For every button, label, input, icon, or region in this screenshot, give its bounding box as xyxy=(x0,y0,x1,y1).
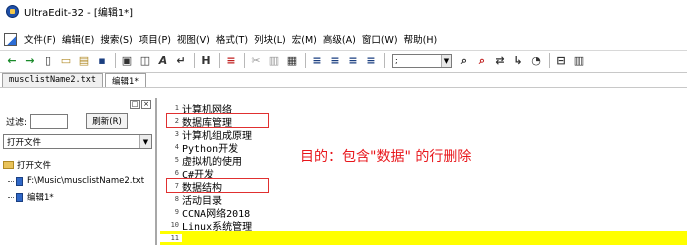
view-mode-select[interactable]: 打开文件 ▼ xyxy=(3,134,152,149)
find-in-files-icon[interactable]: ⌕ xyxy=(474,53,490,69)
annotation-text: 目的：包含"数据" 的行删除 xyxy=(300,149,472,165)
align-right-icon[interactable]: ≡ xyxy=(345,53,361,69)
line-number: 9 xyxy=(174,208,179,216)
toolbar-separator xyxy=(244,53,245,68)
line-number: 1 xyxy=(174,104,179,112)
folder-icon xyxy=(3,161,14,169)
line-number: 5 xyxy=(174,156,179,164)
toolbar-separator xyxy=(384,53,385,68)
editor-line[interactable]: 10 Linux系统管理 xyxy=(160,218,687,233)
menu-macro[interactable]: 宏(M) xyxy=(289,32,320,46)
tree-connector xyxy=(8,180,14,182)
tab-edit1[interactable]: 编辑1* xyxy=(105,73,147,87)
hex-icon[interactable]: H xyxy=(198,53,214,69)
file-tab-bar: musclistName2.txt 编辑1* xyxy=(0,72,687,88)
close-icon[interactable]: × xyxy=(141,99,151,109)
filter-label: 过滤: xyxy=(6,117,28,128)
menu-bar: 文件(F) 编辑(E) 搜索(S) 项目(P) 视图(V) 格式(T) 列块(L… xyxy=(0,29,687,49)
tree-root-label: 打开文件 xyxy=(17,161,52,171)
tree-item-file[interactable]: F:\Music\musclistName2.txt xyxy=(0,173,155,189)
toolbar-separator xyxy=(305,53,306,68)
title-bar: UltraEdit-32 - [编辑1*] xyxy=(0,0,687,22)
font-icon[interactable]: A xyxy=(155,53,171,69)
tab-musclistname2[interactable]: musclistName2.txt xyxy=(2,73,103,87)
line-number: 6 xyxy=(174,169,179,177)
line-number: 4 xyxy=(174,143,179,151)
browser-icon[interactable]: ◔ xyxy=(528,53,544,69)
copy-icon[interactable]: ▥ xyxy=(266,53,282,69)
file-tree: 打开文件 F:\Music\musclistName2.txt 编辑1* xyxy=(0,157,155,205)
menu-edit[interactable]: 编辑(E) xyxy=(59,32,97,46)
menu-help[interactable]: 帮助(H) xyxy=(401,32,441,46)
font-combo[interactable]: ; ▼ xyxy=(392,53,452,68)
split-window-icon[interactable]: ⊟ xyxy=(553,53,569,69)
ultraedit-app-icon xyxy=(6,4,19,18)
tree-item-label: 编辑1* xyxy=(27,193,54,203)
open-file-icon[interactable]: ▤ xyxy=(76,53,92,69)
line-number: 11 xyxy=(160,234,182,242)
document-menu-icon[interactable] xyxy=(4,32,17,46)
line-number: 3 xyxy=(174,130,179,138)
window-title: UltraEdit-32 - [编辑1*] xyxy=(24,7,134,19)
menu-file[interactable]: 文件(F) xyxy=(21,32,59,46)
view-mode-value: 打开文件 xyxy=(7,137,42,148)
align-left-icon[interactable]: ≡ xyxy=(309,53,325,69)
chevron-down-icon[interactable]: ▼ xyxy=(441,54,451,67)
goto-icon[interactable]: ↳ xyxy=(510,53,526,69)
filter-row: 过滤: 刷新(R) xyxy=(0,110,155,132)
toolbar-separator xyxy=(219,53,220,68)
print-icon[interactable]: ▣ xyxy=(119,53,135,69)
new-file-icon[interactable]: ▯ xyxy=(40,53,56,69)
editor-line[interactable]: 3 计算机组成原理 xyxy=(160,127,687,142)
tree-item-label: F:\Music\musclistName2.txt xyxy=(27,176,145,186)
editor-line-current[interactable]: 11 xyxy=(160,231,687,245)
tree-item-file[interactable]: 编辑1* xyxy=(0,189,155,205)
open-folder-icon[interactable]: ▭ xyxy=(58,53,74,69)
align-center-icon[interactable]: ≡ xyxy=(327,53,343,69)
word-wrap-icon[interactable]: ↵ xyxy=(173,53,189,69)
paste-icon[interactable]: ▦ xyxy=(284,53,300,69)
toolbar-separator xyxy=(549,53,550,68)
font-combo-value: ; xyxy=(395,56,398,65)
highlight-box xyxy=(166,178,269,193)
menu-project[interactable]: 项目(P) xyxy=(136,32,174,46)
replace-icon[interactable]: ⇄ xyxy=(492,53,508,69)
back-arrow-icon[interactable]: ← xyxy=(4,53,20,69)
tree-connector xyxy=(8,196,14,198)
filter-input[interactable] xyxy=(30,113,69,129)
editor-area[interactable]: 1 计算机网络 2 数据库管理 3 计算机组成原理 4 Python开发 5 虚… xyxy=(160,98,687,245)
panel-pin-icon[interactable]: □ xyxy=(130,99,140,109)
tree-root-open-files[interactable]: 打开文件 xyxy=(0,157,155,173)
forward-arrow-icon[interactable]: → xyxy=(22,53,38,69)
chevron-down-icon[interactable]: ▼ xyxy=(139,135,151,148)
column-mode-icon[interactable]: ▥ xyxy=(571,53,587,69)
refresh-button[interactable]: 刷新(R) xyxy=(86,113,129,129)
justify-icon[interactable]: ≡ xyxy=(363,53,379,69)
toolbar-separator xyxy=(194,53,195,68)
file-icon xyxy=(16,176,23,186)
menu-format[interactable]: 格式(T) xyxy=(213,32,251,46)
line-number: 10 xyxy=(170,221,179,229)
menu-view[interactable]: 视图(V) xyxy=(174,32,213,46)
menu-window[interactable]: 窗口(W) xyxy=(359,32,401,46)
toolbar-separator xyxy=(115,53,116,68)
print-preview-icon[interactable]: ◫ xyxy=(137,53,153,69)
panel-header: □ × xyxy=(0,98,155,110)
menu-search[interactable]: 搜索(S) xyxy=(97,32,135,46)
find-icon[interactable]: ⌕ xyxy=(456,53,472,69)
main-toolbar: ← → ▯ ▭ ▤ ▪ ▣ ◫ A ↵ H ≡ ✂ ▥ ▦ ≡ ≡ ≡ ≡ ; … xyxy=(0,50,687,70)
cut-icon[interactable]: ✂ xyxy=(248,53,264,69)
file-icon xyxy=(16,192,23,202)
menu-column[interactable]: 列块(L) xyxy=(251,32,289,46)
file-view-panel: □ × 过滤: 刷新(R) 打开文件 ▼ 打开文件 F:\Music\muscl… xyxy=(0,98,157,245)
line-numbers-icon[interactable]: ≡ xyxy=(223,53,239,69)
menu-advanced[interactable]: 高级(A) xyxy=(320,32,359,46)
save-icon[interactable]: ▪ xyxy=(94,53,110,69)
line-number: 8 xyxy=(174,195,179,203)
highlight-box xyxy=(166,113,269,128)
